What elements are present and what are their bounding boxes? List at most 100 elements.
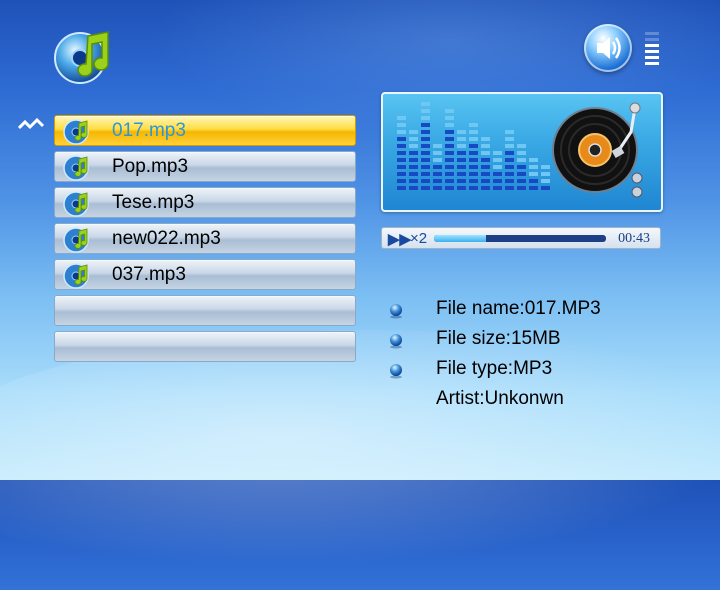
- equalizer-segment: [397, 179, 406, 183]
- equalizer-segment: [457, 186, 466, 190]
- equalizer-segment: [457, 137, 466, 141]
- equalizer-segment: [397, 151, 406, 155]
- equalizer-segment: [409, 158, 418, 162]
- equalizer-segment: [505, 151, 514, 155]
- file-list-item[interactable]: new022.mp3: [54, 223, 356, 254]
- volume-button[interactable]: [584, 24, 632, 72]
- equalizer-segment: [469, 179, 478, 183]
- file-list: 017.mp3 Pop.mp3 Tese.mp3 new022.mp3 037.…: [54, 115, 356, 367]
- equalizer-segment: [493, 165, 502, 169]
- equalizer-segment: [493, 172, 502, 176]
- equalizer-segment: [529, 158, 538, 162]
- equalizer-segment: [421, 186, 430, 190]
- equalizer-segment: [409, 137, 418, 141]
- equalizer-segment: [541, 179, 550, 183]
- equalizer-segment: [421, 137, 430, 141]
- file-list-item[interactable]: 017.mp3: [54, 115, 356, 146]
- file-list-item[interactable]: Pop.mp3: [54, 151, 356, 182]
- equalizer-segment: [481, 172, 490, 176]
- equalizer-segment: [481, 165, 490, 169]
- equalizer-segment: [421, 123, 430, 127]
- equalizer-segment: [433, 179, 442, 183]
- progress-track[interactable]: [434, 235, 606, 242]
- file-type-text: File type:MP3: [436, 358, 553, 379]
- equalizer-segment: [457, 158, 466, 162]
- multiply-icon: ×: [410, 230, 419, 247]
- equalizer-segment: [469, 137, 478, 141]
- equalizer-segment: [505, 165, 514, 169]
- equalizer-segment: [505, 130, 514, 134]
- equalizer-segment: [517, 144, 526, 148]
- equalizer-segment: [493, 158, 502, 162]
- equalizer-segment: [445, 116, 454, 120]
- equalizer-segment: [445, 123, 454, 127]
- equalizer-segment: [397, 186, 406, 190]
- artist-text: Artist:Unkonwn: [436, 388, 564, 409]
- scroll-up-icon: [17, 117, 45, 130]
- visualizer-panel: [381, 92, 663, 212]
- equalizer-segment: [517, 165, 526, 169]
- equalizer-segment: [457, 151, 466, 155]
- equalizer-segment: [445, 165, 454, 169]
- equalizer-segment: [469, 165, 478, 169]
- equalizer-segment: [529, 186, 538, 190]
- equalizer-segment: [505, 179, 514, 183]
- playback-speed-value: 2: [418, 230, 428, 247]
- equalizer-segment: [433, 186, 442, 190]
- equalizer-segment: [421, 116, 430, 120]
- equalizer-segment: [421, 144, 430, 148]
- equalizer-segment: [481, 151, 490, 155]
- file-list-item-label: 037.mp3: [112, 264, 186, 285]
- progress-fill: [434, 235, 486, 242]
- equalizer-segment: [481, 158, 490, 162]
- equalizer-segment: [445, 130, 454, 134]
- equalizer-segment: [493, 151, 502, 155]
- equalizer-segment: [421, 151, 430, 155]
- volume-level-indicator: [645, 32, 659, 68]
- playback-speed-label: ×2: [410, 230, 427, 247]
- equalizer-segment: [445, 137, 454, 141]
- equalizer-segment: [529, 172, 538, 176]
- file-list-item[interactable]: [54, 331, 356, 362]
- equalizer-segment: [505, 158, 514, 162]
- equalizer-segment: [397, 130, 406, 134]
- equalizer-segment: [517, 151, 526, 155]
- file-list-item-label: new022.mp3: [112, 228, 221, 249]
- equalizer-segment: [517, 179, 526, 183]
- file-list-item[interactable]: 037.mp3: [54, 259, 356, 290]
- sphere-bullet-icon: [388, 333, 404, 349]
- equalizer-segment: [457, 144, 466, 148]
- scroll-up-button[interactable]: [17, 117, 45, 131]
- speaker-icon: [597, 37, 621, 59]
- music-disc-icon: [63, 191, 89, 217]
- fast-forward-icon[interactable]: ▶▶: [388, 230, 411, 248]
- file-list-item[interactable]: Tese.mp3: [54, 187, 356, 218]
- equalizer-segment: [433, 165, 442, 169]
- file-list-item-label: 017.mp3: [112, 120, 186, 141]
- equalizer-segment: [457, 172, 466, 176]
- equalizer-segment: [469, 130, 478, 134]
- file-list-item[interactable]: [54, 295, 356, 326]
- equalizer-segment: [505, 172, 514, 176]
- equalizer-segment: [409, 165, 418, 169]
- equalizer-segment: [517, 158, 526, 162]
- file-list-item-label: Tese.mp3: [112, 192, 195, 213]
- equalizer-segment: [445, 172, 454, 176]
- sphere-bullet-icon: [388, 303, 404, 319]
- sphere-bullet-icon: [388, 363, 404, 379]
- equalizer-segment: [409, 144, 418, 148]
- elapsed-time: 00:43: [618, 231, 650, 246]
- equalizer-segment: [409, 186, 418, 190]
- equalizer-segment: [397, 137, 406, 141]
- equalizer-segment: [541, 172, 550, 176]
- equalizer-segment: [421, 158, 430, 162]
- music-disc-icon: [63, 227, 89, 253]
- equalizer-segment: [397, 116, 406, 120]
- equalizer-segment: [445, 179, 454, 183]
- equalizer-segment: [397, 172, 406, 176]
- equalizer-segment: [409, 179, 418, 183]
- equalizer-segment: [457, 165, 466, 169]
- equalizer-segment: [493, 186, 502, 190]
- equalizer-segment: [445, 109, 454, 113]
- file-name-text: File name:017.MP3: [436, 298, 601, 319]
